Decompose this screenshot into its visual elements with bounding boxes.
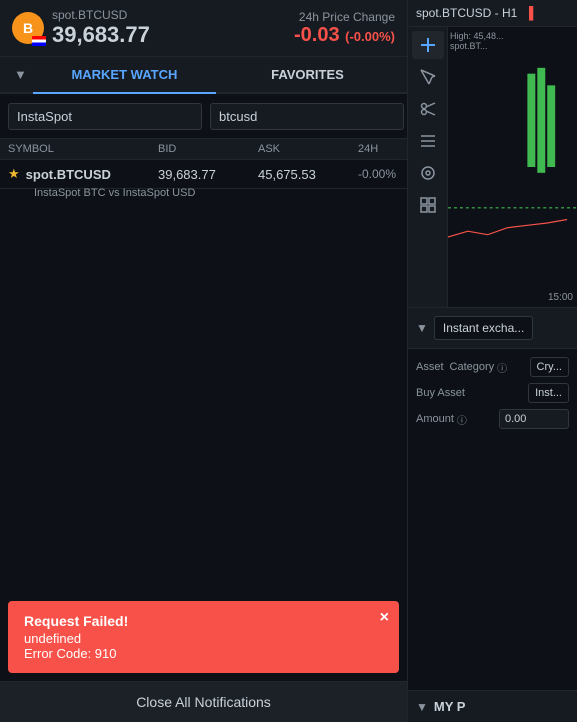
my-p-arrow: ▼ [416,700,428,714]
section-arrow: ▼ [416,321,428,335]
header-symbol: spot.BTCUSD [52,8,150,22]
star-icon[interactable]: ★ [8,166,20,182]
left-panel: B spot.BTCUSD 39,683.77 24h Price Change… [0,0,408,722]
col-symbol: SYMBOL [8,143,158,155]
chart-container: High: 45,48... spot.BT... 15:00 [408,27,577,307]
header-price: 39,683.77 [52,22,150,48]
close-error-button[interactable]: × [380,609,389,627]
header-change-value: -0.03 (-0.00%) [294,24,395,47]
amount-label: Amount ⓘ [416,412,467,427]
chart-toolbar [408,27,448,307]
table-row[interactable]: ★ spot.BTCUSD 39,683.77 45,675.53 -0.00% [0,160,407,189]
error-code: Error Code: 910 [24,646,383,661]
amount-row: Amount ⓘ [416,409,569,429]
search-input-2[interactable] [210,103,404,130]
buy-asset-row: Buy Asset Inst... [416,383,569,403]
col-ask: ASK [258,143,358,155]
search-input-1[interactable] [8,103,202,130]
amount-input[interactable] [499,409,569,429]
chart-canvas: High: 45,48... spot.BT... 15:00 [448,27,577,307]
header: B spot.BTCUSD 39,683.77 24h Price Change… [0,0,407,57]
header-left: B spot.BTCUSD 39,683.77 [12,8,150,48]
nav-dropdown[interactable]: ▼ [8,59,33,90]
chart-header: spot.BTCUSD - H1 ▐ [408,0,577,27]
header-change-label: 24h Price Change [294,10,395,24]
chart-svg [448,27,577,307]
symbol-cell: ★ spot.BTCUSD [8,166,158,182]
header-symbol-price: spot.BTCUSD 39,683.77 [52,8,150,48]
chart-price-label: High: 45,48... spot.BT... [450,31,504,51]
chart-time-label: 15:00 [548,292,573,303]
table-spacer [0,207,407,593]
tool-grid[interactable] [412,191,444,219]
nav-tabs: ▼ MARKET WATCH FAVORITES [0,57,407,94]
bid-value: 39,683.77 [158,167,258,182]
error-box: × Request Failed! undefined Error Code: … [8,601,399,673]
close-all-notifications-button[interactable]: Close All Notifications [0,681,407,722]
tool-circles[interactable] [412,159,444,187]
ask-value: 45,675.53 [258,167,358,182]
my-p-label: MY P [434,699,466,714]
my-p-section: ▼ MY P [408,690,577,722]
tool-cursor[interactable] [412,63,444,91]
error-subtitle: undefined [24,631,383,646]
asset-category-label: Asset Category ⓘ [416,360,507,375]
amount-info[interactable]: ⓘ [457,412,467,427]
col-bid: BID [158,143,258,155]
search-row: ✎ [0,94,407,139]
buy-asset-button[interactable]: Inst... [528,383,569,403]
buy-asset-label: Buy Asset [416,387,465,399]
tool-scissors[interactable] [412,95,444,123]
coin-icon: B [12,12,44,44]
right-bottom: ▼ Instant excha... Asset Category ⓘ Cry.… [408,307,577,722]
right-panel: spot.BTCUSD - H1 ▐ [408,0,577,722]
flag-overlay [32,36,46,46]
notification-area: × Request Failed! undefined Error Code: … [0,593,407,681]
header-right: 24h Price Change -0.03 (-0.00%) [294,10,395,47]
tab-market-watch[interactable]: MARKET WATCH [33,57,216,94]
asset-category-row: Asset Category ⓘ Cry... [416,357,569,377]
form-section: Asset Category ⓘ Cry... Buy Asset Inst..… [408,349,577,690]
error-title: Request Failed! [24,613,383,629]
table-header: SYMBOL BID ASK 24H [0,139,407,160]
symbol-text: spot.BTCUSD [26,167,111,182]
asset-category-info[interactable]: ⓘ [497,360,507,375]
instant-exchange-button[interactable]: Instant excha... [434,316,533,340]
tool-lines[interactable] [412,127,444,155]
symbol-subtitle: InstaSpot BTC vs InstaSpot USD [8,187,399,199]
tab-favorites[interactable]: FAVORITES [216,57,399,94]
tool-plus[interactable] [412,31,444,59]
asset-category-value[interactable]: Cry... [530,357,569,377]
instant-exchange-header: ▼ Instant excha... [408,307,577,349]
